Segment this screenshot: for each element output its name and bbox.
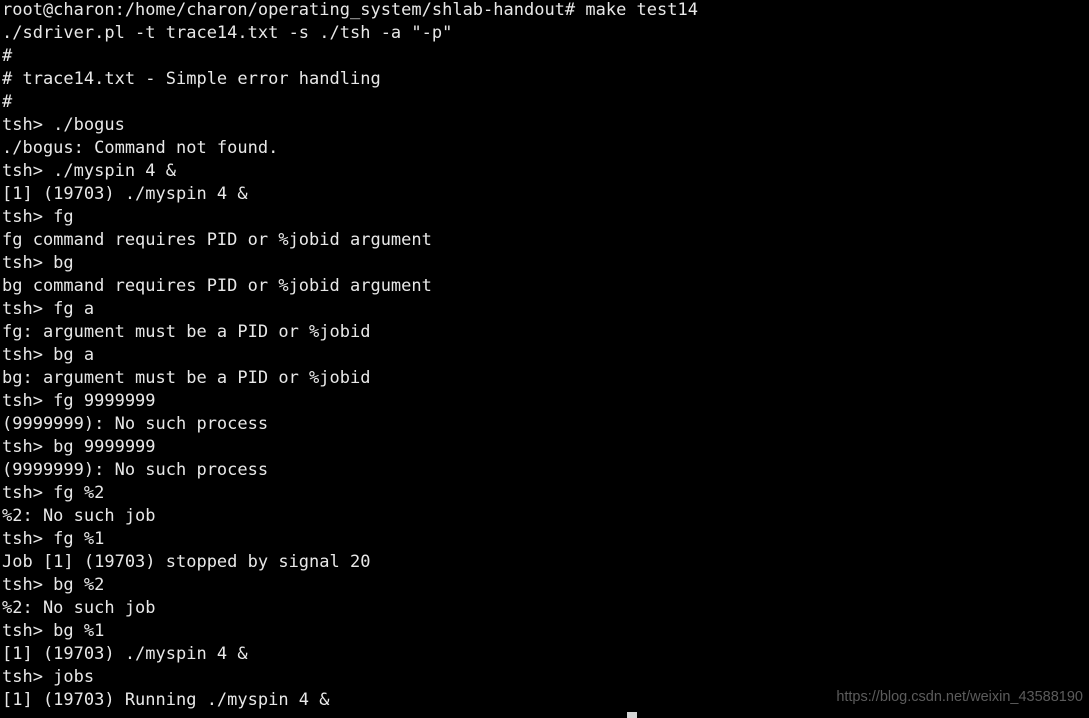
terminal-line: fg command requires PID or %jobid argume…	[2, 230, 432, 250]
terminal-line: ./bogus: Command not found.	[2, 138, 279, 158]
terminal-line: tsh> jobs	[2, 667, 95, 687]
terminal-line: tsh> bg %2	[2, 575, 105, 595]
terminal-line: tsh> bg a	[2, 345, 95, 365]
terminal-line: #	[2, 92, 13, 112]
terminal-line: tsh> ./bogus	[2, 115, 125, 135]
terminal-line: Job [1] (19703) stopped by signal 20	[2, 552, 371, 572]
terminal-line: tsh> bg 9999999	[2, 437, 156, 457]
terminal-line: %2: No such job	[2, 506, 156, 526]
watermark-url: https://blog.csdn.net/weixin_43588190	[836, 689, 1083, 705]
terminal-line: tsh> fg 9999999	[2, 391, 156, 411]
terminal-line: tsh> fg %1	[2, 529, 105, 549]
terminal-line: tsh> ./myspin 4 &	[2, 161, 176, 181]
terminal-line: bg: argument must be a PID or %jobid	[2, 368, 371, 388]
terminal-line: %2: No such job	[2, 598, 156, 618]
terminal-line: (9999999): No such process	[2, 460, 269, 480]
terminal-cursor	[627, 712, 637, 718]
terminal-line: root@charon:/home/charon/operating_syste…	[2, 0, 698, 20]
terminal-line: tsh> fg %2	[2, 483, 105, 503]
terminal-line: (9999999): No such process	[2, 414, 269, 434]
terminal-line: [1] (19703) ./myspin 4 &	[2, 644, 248, 664]
terminal-line: bg command requires PID or %jobid argume…	[2, 276, 432, 296]
terminal-line: tsh> bg	[2, 253, 74, 273]
terminal-line: tsh> bg %1	[2, 621, 105, 641]
terminal-line: #	[2, 46, 13, 66]
terminal-line: tsh> fg	[2, 207, 74, 227]
terminal-line: tsh> fg a	[2, 299, 95, 319]
terminal-line: ./sdriver.pl -t trace14.txt -s ./tsh -a …	[2, 23, 453, 43]
terminal-line: fg: argument must be a PID or %jobid	[2, 322, 371, 342]
terminal-line: # trace14.txt - Simple error handling	[2, 69, 381, 89]
terminal-line: [1] (19703) ./myspin 4 &	[2, 184, 248, 204]
terminal-window[interactable]: root@charon:/home/charon/operating_syste…	[0, 0, 1089, 718]
terminal-output-area[interactable]: root@charon:/home/charon/operating_syste…	[2, 0, 1087, 712]
